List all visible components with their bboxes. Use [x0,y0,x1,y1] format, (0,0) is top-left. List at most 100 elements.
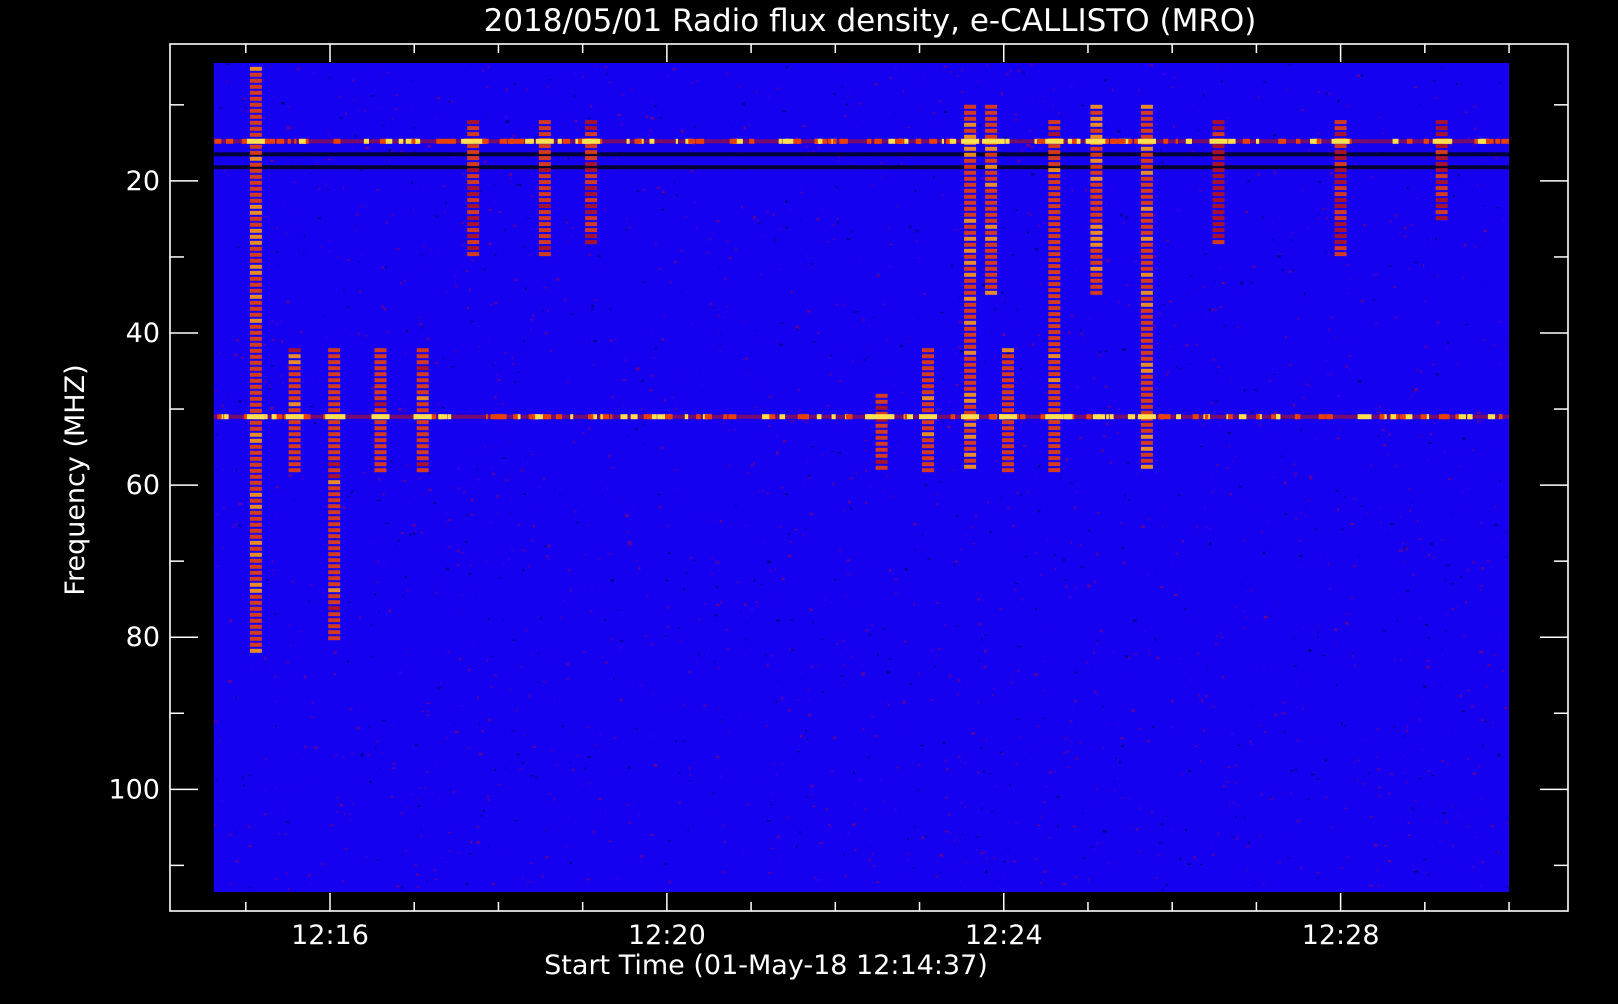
noise-cell [1194,745,1197,747]
burst-cell [1090,170,1103,175]
noise-cell [1349,596,1354,599]
burst-cell [964,170,977,175]
noise-cell [281,381,284,384]
burst-cell [1435,144,1448,149]
noise-cell [659,116,662,119]
band-spark [696,414,701,420]
noise-cell [741,206,744,209]
noise-cell [567,157,570,160]
noise-cell [1381,133,1384,135]
burst-cell [1002,366,1014,371]
noise-cell [1015,583,1019,585]
noise-cell [722,422,726,425]
band-spark [302,414,311,420]
burst-cell [1140,266,1153,271]
burst-cell [1435,210,1448,215]
noise-cell [355,726,360,730]
burst-cell [249,270,262,275]
noise-cell [526,88,528,91]
noise-cell [1441,720,1443,722]
noise-cell [894,808,897,812]
noise-cell [567,241,569,243]
band-spark [1295,414,1298,420]
noise-cell [532,524,535,528]
burst-cell [964,110,977,115]
noise-cell [622,379,627,381]
burst-cell [249,462,262,467]
noise-cell [1304,515,1306,518]
noise-cell [497,577,502,579]
noise-cell [1200,698,1204,702]
burst-cell [922,348,934,353]
noise-cell [940,312,944,314]
burst-cell [249,522,262,527]
burst-cell [249,378,262,383]
noise-cell [309,172,311,175]
noise-cell [549,349,552,352]
noise-cell [1094,799,1096,802]
burst-cell [1212,162,1225,167]
noise-cell [1102,830,1107,833]
burst-cell [1002,348,1014,353]
burst-cell [249,312,262,317]
burst-cell [985,266,998,271]
noise-cell [797,751,801,753]
y-tick-label: 20 [126,166,160,197]
noise-cell [894,591,898,594]
noise-cell [952,469,955,471]
burst-core [371,414,390,420]
noise-cell [532,746,536,748]
noise-cell [1328,328,1331,331]
noise-cell [1230,732,1234,735]
noise-cell [220,103,223,105]
noise-cell [509,513,512,515]
noise-cell [1179,857,1182,861]
noise-cell [1079,332,1083,335]
noise-cell [657,268,662,270]
noise-cell [1012,524,1015,527]
burst-cell [1090,200,1103,205]
noise-cell [359,436,361,439]
burst-cell [922,444,934,449]
burst-cell [985,152,998,157]
burst-cell [249,612,262,617]
burst-cell [249,246,262,251]
noise-cell [1022,70,1025,73]
noise-cell [1387,534,1389,536]
noise-cell [766,663,769,667]
noise-cell [300,345,302,348]
noise-cell [214,390,218,392]
burst-cell [964,242,977,247]
noise-cell [1043,689,1044,691]
burst-cell [585,126,598,131]
noise-cell [426,771,428,774]
noise-cell [1426,458,1430,460]
noise-cell [942,741,946,745]
burst-cell [1090,278,1103,283]
noise-cell [868,633,872,636]
burst-cell [985,290,998,295]
noise-cell [360,753,364,757]
burst-cell [1334,210,1347,215]
noise-cell [443,210,446,213]
noise-cell [913,603,915,606]
noise-cell [1258,424,1262,426]
noise-cell [539,617,543,620]
noise-cell [1312,779,1315,781]
burst-cell [249,192,262,197]
burst-core [961,138,980,144]
noise-cell [1301,627,1304,629]
noise-cell [1329,171,1333,175]
noise-cell [707,647,711,650]
noise-cell [1170,550,1172,552]
noise-cell [1461,276,1465,279]
noise-cell [640,379,645,383]
burst-cell [1140,392,1153,397]
noise-cell [1352,497,1357,500]
noise-cell [603,208,606,211]
noise-cell [982,769,985,773]
noise-cell [517,523,521,526]
noise-cell [1023,751,1025,753]
noise-cell [974,514,978,517]
burst-cell [1140,404,1153,409]
